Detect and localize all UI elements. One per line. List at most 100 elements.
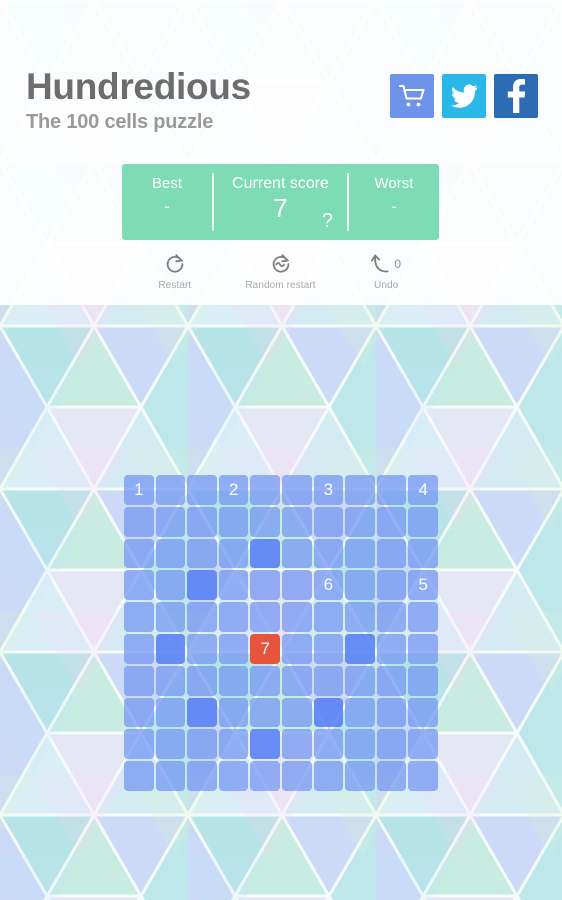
- board-cell-8-0[interactable]: [124, 729, 154, 760]
- board-cell-3-8[interactable]: [376, 570, 407, 601]
- board-cell-0-8[interactable]: [376, 475, 407, 505]
- board-cell-0-7[interactable]: [345, 475, 375, 505]
- board-cell-3-5[interactable]: [282, 570, 312, 601]
- cart-icon[interactable]: [390, 74, 434, 118]
- board-cell-2-2[interactable]: [187, 538, 217, 569]
- board-cell-7-4[interactable]: [250, 697, 280, 728]
- board-cell-6-7[interactable]: [345, 665, 375, 696]
- board-cell-1-6[interactable]: [313, 506, 344, 537]
- board-cell-9-5[interactable]: [282, 761, 312, 791]
- board-cell-2-7[interactable]: [345, 538, 375, 569]
- board-cell-0-4[interactable]: [250, 475, 280, 505]
- board-cell-7-2[interactable]: [187, 697, 217, 728]
- board-cell-8-4[interactable]: [250, 729, 280, 760]
- help-button[interactable]: ?: [322, 211, 333, 231]
- board-cell-3-9[interactable]: 5: [408, 570, 438, 601]
- board-cell-9-8[interactable]: [376, 761, 407, 791]
- board-cell-9-9[interactable]: [408, 761, 438, 791]
- board-cell-9-0[interactable]: [124, 761, 154, 791]
- board-cell-7-9[interactable]: [408, 697, 438, 728]
- board-cell-6-4[interactable]: [250, 665, 280, 696]
- board-cell-1-7[interactable]: [345, 506, 375, 537]
- board-cell-6-1[interactable]: [155, 665, 186, 696]
- restart-button[interactable]: Restart: [122, 252, 228, 298]
- board-cell-6-9[interactable]: [408, 665, 438, 696]
- board-cell-3-3[interactable]: [218, 570, 249, 601]
- board-cell-9-7[interactable]: [345, 761, 375, 791]
- board-cell-5-3[interactable]: [218, 633, 249, 664]
- board-cell-9-2[interactable]: [187, 761, 217, 791]
- board-cell-6-0[interactable]: [124, 665, 154, 696]
- board-cell-8-5[interactable]: [282, 729, 312, 760]
- board-cell-0-1[interactable]: [155, 475, 186, 505]
- board-cell-4-2[interactable]: [187, 602, 217, 632]
- board-cell-4-1[interactable]: [155, 602, 186, 632]
- board-cell-8-8[interactable]: [376, 729, 407, 760]
- board-cell-3-0[interactable]: [124, 570, 154, 601]
- board-cell-9-6[interactable]: [313, 761, 344, 791]
- board-cell-1-8[interactable]: [376, 506, 407, 537]
- board-cell-3-1[interactable]: [155, 570, 186, 601]
- board-cell-9-1[interactable]: [155, 761, 186, 791]
- board-cell-2-5[interactable]: [282, 538, 312, 569]
- board-cell-3-7[interactable]: [345, 570, 375, 601]
- undo-button[interactable]: 0 Undo: [333, 252, 439, 298]
- board-cell-8-2[interactable]: [187, 729, 217, 760]
- board-cell-5-1[interactable]: [155, 633, 186, 664]
- board-cell-1-4[interactable]: [250, 506, 280, 537]
- board-cell-4-4[interactable]: [250, 602, 280, 632]
- board-cell-9-4[interactable]: [250, 761, 280, 791]
- board-cell-3-6[interactable]: 6: [313, 570, 344, 601]
- board-cell-8-3[interactable]: [218, 729, 249, 760]
- board-cell-2-6[interactable]: [313, 538, 344, 569]
- board-cell-3-4[interactable]: [250, 570, 280, 601]
- board-cell-1-1[interactable]: [155, 506, 186, 537]
- board-cell-9-3[interactable]: [218, 761, 249, 791]
- board-cell-4-9[interactable]: [408, 602, 438, 632]
- board-cell-2-4[interactable]: [250, 538, 280, 569]
- board-cell-7-0[interactable]: [124, 697, 154, 728]
- board-cell-5-8[interactable]: [376, 633, 407, 664]
- board-cell-4-8[interactable]: [376, 602, 407, 632]
- board-cell-0-5[interactable]: [282, 475, 312, 505]
- twitter-icon[interactable]: [442, 74, 486, 118]
- board-cell-8-6[interactable]: [313, 729, 344, 760]
- board-cell-5-4[interactable]: 7: [250, 633, 280, 664]
- board-cell-7-5[interactable]: [282, 697, 312, 728]
- board-cell-1-0[interactable]: [124, 506, 154, 537]
- board-cell-1-3[interactable]: [218, 506, 249, 537]
- board-cell-8-7[interactable]: [345, 729, 375, 760]
- board-cell-6-3[interactable]: [218, 665, 249, 696]
- board-cell-2-1[interactable]: [155, 538, 186, 569]
- board-cell-0-6[interactable]: 3: [313, 475, 344, 505]
- board-cell-2-3[interactable]: [218, 538, 249, 569]
- board-cell-8-9[interactable]: [408, 729, 438, 760]
- board-cell-4-7[interactable]: [345, 602, 375, 632]
- board-cell-0-0[interactable]: 1: [124, 475, 154, 505]
- board-cell-2-9[interactable]: [408, 538, 438, 569]
- facebook-icon[interactable]: [494, 74, 538, 118]
- board-cell-6-5[interactable]: [282, 665, 312, 696]
- board-cell-5-5[interactable]: [282, 633, 312, 664]
- board-cell-7-7[interactable]: [345, 697, 375, 728]
- board-cell-7-8[interactable]: [376, 697, 407, 728]
- board-cell-4-6[interactable]: [313, 602, 344, 632]
- board-cell-1-2[interactable]: [187, 506, 217, 537]
- board-cell-5-6[interactable]: [313, 633, 344, 664]
- board-cell-2-8[interactable]: [376, 538, 407, 569]
- board-cell-2-0[interactable]: [124, 538, 154, 569]
- board-cell-0-9[interactable]: 4: [408, 475, 438, 505]
- board-cell-0-2[interactable]: [187, 475, 217, 505]
- board-cell-5-9[interactable]: [408, 633, 438, 664]
- board-cell-7-3[interactable]: [218, 697, 249, 728]
- board-cell-5-7[interactable]: [345, 633, 375, 664]
- board-cell-4-0[interactable]: [124, 602, 154, 632]
- board-cell-6-2[interactable]: [187, 665, 217, 696]
- board-cell-4-5[interactable]: [282, 602, 312, 632]
- board-cell-7-1[interactable]: [155, 697, 186, 728]
- board-cell-0-3[interactable]: 2: [218, 475, 249, 505]
- board-cell-1-5[interactable]: [282, 506, 312, 537]
- board-cell-1-9[interactable]: [408, 506, 438, 537]
- board-cell-6-8[interactable]: [376, 665, 407, 696]
- game-board[interactable]: 1 2 3 4 6 5 7: [124, 475, 438, 791]
